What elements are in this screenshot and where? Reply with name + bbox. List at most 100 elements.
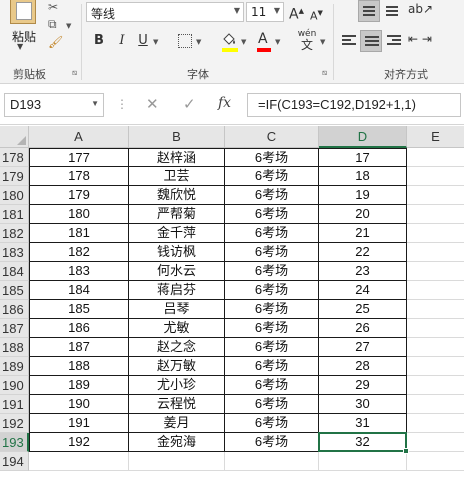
cell-b189[interactable]: 赵万敏 <box>129 357 225 376</box>
cell-a183[interactable]: 182 <box>29 243 129 262</box>
cell-d187[interactable]: 26 <box>319 319 407 338</box>
cell-e179[interactable] <box>407 167 464 186</box>
cell-c188[interactable]: 6考场 <box>225 338 319 357</box>
cell-e194[interactable] <box>407 452 464 471</box>
cell-a186[interactable]: 185 <box>29 300 129 319</box>
cell-c182[interactable]: 6考场 <box>225 224 319 243</box>
cell-e181[interactable] <box>407 205 464 224</box>
underline-dropdown-icon[interactable]: ▼ <box>153 38 158 46</box>
align-left-button[interactable] <box>338 30 360 52</box>
middle-align-button[interactable] <box>382 0 404 22</box>
cell-a190[interactable]: 189 <box>29 376 129 395</box>
row-header[interactable]: 190 <box>0 376 29 395</box>
cell-a180[interactable]: 179 <box>29 186 129 205</box>
font-color-button[interactable]: A <box>258 30 268 48</box>
column-header-a[interactable]: A <box>29 126 129 148</box>
formula-bar-splitter[interactable]: ⋮ <box>116 97 128 111</box>
cell-e178[interactable] <box>407 148 464 167</box>
cell-b186[interactable]: 吕琴 <box>129 300 225 319</box>
font-launcher-icon[interactable]: ⧅ <box>322 68 327 78</box>
border-icon[interactable] <box>178 34 192 48</box>
cell-c192[interactable]: 6考场 <box>225 414 319 433</box>
cell-d193[interactable]: 32 <box>319 433 407 452</box>
cell-b179[interactable]: 卫芸 <box>129 167 225 186</box>
fill-dropdown-icon[interactable]: ▼ <box>241 38 246 46</box>
indent-icon[interactable]: ⇤ ⇥ <box>408 32 432 46</box>
row-header[interactable]: 186 <box>0 300 29 319</box>
cell-d182[interactable]: 21 <box>319 224 407 243</box>
cell-c189[interactable]: 6考场 <box>225 357 319 376</box>
cell-a193[interactable]: 192 <box>29 433 129 452</box>
insert-function-button[interactable]: fx <box>218 95 231 111</box>
cell-d188[interactable]: 27 <box>319 338 407 357</box>
cancel-icon[interactable]: ✕ <box>146 95 159 113</box>
cell-b193[interactable]: 金宛海 <box>129 433 225 452</box>
row-header[interactable]: 179 <box>0 167 29 186</box>
cell-d190[interactable]: 29 <box>319 376 407 395</box>
cell-b181[interactable]: 严帮菊 <box>129 205 225 224</box>
cell-e184[interactable] <box>407 262 464 281</box>
cell-b183[interactable]: 钱访枫 <box>129 243 225 262</box>
cell-d181[interactable]: 20 <box>319 205 407 224</box>
underline-button[interactable]: U <box>137 32 149 50</box>
cell-c190[interactable]: 6考场 <box>225 376 319 395</box>
cell-d180[interactable]: 19 <box>319 186 407 205</box>
phonetic-guide-button[interactable]: wén 文 <box>297 30 317 52</box>
cell-b194[interactable] <box>129 452 225 471</box>
cell-a194[interactable] <box>29 452 129 471</box>
column-header-e[interactable]: E <box>407 126 464 148</box>
cell-e180[interactable] <box>407 186 464 205</box>
bold-button[interactable]: B <box>93 32 105 50</box>
cell-a191[interactable]: 190 <box>29 395 129 414</box>
align-center-button[interactable] <box>360 30 382 52</box>
cell-a181[interactable]: 180 <box>29 205 129 224</box>
row-header[interactable]: 180 <box>0 186 29 205</box>
cell-d185[interactable]: 24 <box>319 281 407 300</box>
row-header[interactable]: 194 <box>0 452 29 471</box>
cell-e186[interactable] <box>407 300 464 319</box>
cell-e190[interactable] <box>407 376 464 395</box>
cell-a179[interactable]: 178 <box>29 167 129 186</box>
clipboard-launcher-icon[interactable]: ⧅ <box>72 68 77 78</box>
cell-b184[interactable]: 何水云 <box>129 262 225 281</box>
cell-d189[interactable]: 28 <box>319 357 407 376</box>
cell-c184[interactable]: 6考场 <box>225 262 319 281</box>
cell-e182[interactable] <box>407 224 464 243</box>
font-size-select[interactable]: 11 ▼ <box>246 2 284 22</box>
cell-d179[interactable]: 18 <box>319 167 407 186</box>
column-header-c[interactable]: C <box>225 126 319 148</box>
cell-a184[interactable]: 183 <box>29 262 129 281</box>
cell-c181[interactable]: 6考场 <box>225 205 319 224</box>
row-header[interactable]: 189 <box>0 357 29 376</box>
font-name-select[interactable]: 等线 ▼ <box>86 2 244 22</box>
row-header[interactable]: 184 <box>0 262 29 281</box>
fill-handle[interactable] <box>403 448 409 454</box>
chevron-down-icon[interactable]: ▼ <box>17 42 23 51</box>
cell-a178[interactable]: 177 <box>29 148 129 167</box>
cell-d184[interactable]: 23 <box>319 262 407 281</box>
cell-e192[interactable] <box>407 414 464 433</box>
select-all-button[interactable] <box>0 126 29 148</box>
cell-b192[interactable]: 姜月 <box>129 414 225 433</box>
enter-icon[interactable]: ✓ <box>183 95 196 113</box>
cell-d194[interactable] <box>319 452 407 471</box>
cell-a187[interactable]: 186 <box>29 319 129 338</box>
row-header[interactable]: 188 <box>0 338 29 357</box>
cell-b187[interactable]: 尤敏 <box>129 319 225 338</box>
cell-c194[interactable] <box>225 452 319 471</box>
cell-b180[interactable]: 魏欣悦 <box>129 186 225 205</box>
row-header[interactable]: 187 <box>0 319 29 338</box>
cell-a182[interactable]: 181 <box>29 224 129 243</box>
row-header[interactable]: 182 <box>0 224 29 243</box>
formula-input[interactable]: =IF(C193=C192,D192+1,1) <box>247 93 461 117</box>
row-header[interactable]: 191 <box>0 395 29 414</box>
align-right-button[interactable] <box>383 30 405 52</box>
italic-button[interactable]: I <box>116 32 128 50</box>
cell-c193[interactable]: 6考场 <box>225 433 319 452</box>
cell-e193[interactable] <box>407 433 464 452</box>
cell-c187[interactable]: 6考场 <box>225 319 319 338</box>
cell-c191[interactable]: 6考场 <box>225 395 319 414</box>
row-header[interactable]: 181 <box>0 205 29 224</box>
cell-c183[interactable]: 6考场 <box>225 243 319 262</box>
border-dropdown-icon[interactable]: ▼ <box>196 38 201 46</box>
